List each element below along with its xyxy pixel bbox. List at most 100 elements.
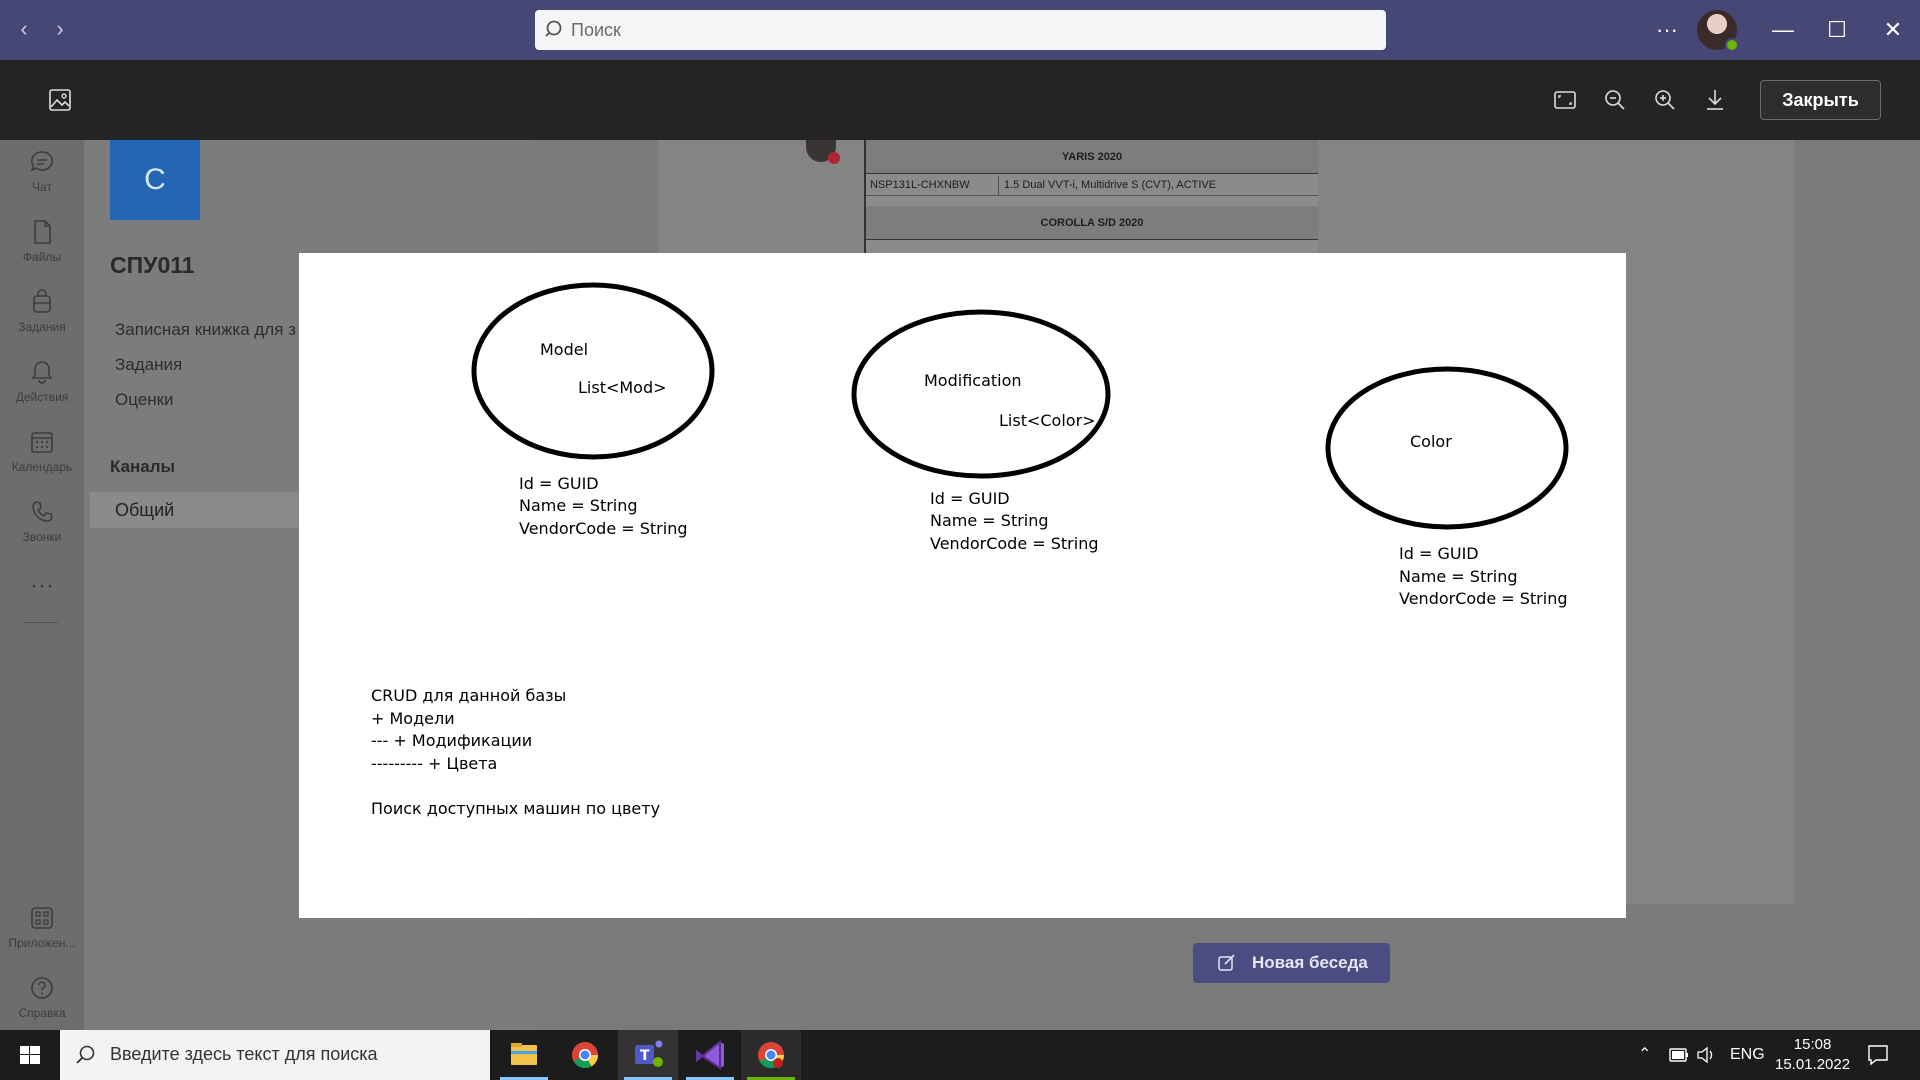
image-icon: [49, 89, 71, 111]
more-apps-button[interactable]: ···: [0, 572, 84, 600]
new-conversation-button[interactable]: Новая беседа: [1193, 943, 1390, 983]
notifications-button[interactable]: [1866, 1030, 1890, 1080]
rail-label: Задания: [18, 320, 66, 334]
clock[interactable]: 15:08 15.01.2022: [1775, 1035, 1850, 1075]
rail-label: Действия: [15, 390, 69, 404]
taskbar-search[interactable]: Введите здесь текст для поиска: [60, 1030, 490, 1080]
file-explorer-icon: [511, 1043, 537, 1065]
zoom-in-icon[interactable]: [1651, 86, 1679, 114]
volume-icon[interactable]: [1695, 1030, 1717, 1080]
note-line: --------- + Цвета: [371, 754, 497, 773]
search-box[interactable]: [535, 10, 1386, 50]
taskbar-app-visual-studio[interactable]: [680, 1030, 740, 1080]
chrome-profile-icon: [758, 1042, 785, 1069]
status-busy-icon: [828, 152, 840, 164]
title-bar: ‹ › ··· — ☐ ✕: [0, 0, 1920, 60]
team-name: СПУ011: [110, 252, 195, 278]
channels-heading: Каналы: [110, 457, 176, 476]
rail-item-chat[interactable]: Чат: [0, 144, 84, 204]
download-icon[interactable]: [1701, 86, 1729, 114]
help-icon: [31, 977, 53, 999]
profile-avatar[interactable]: [1697, 10, 1739, 52]
viewed-image: Model List<Mod> Id = GUID Name = String …: [299, 253, 1626, 918]
rail-item-activity[interactable]: Действия: [0, 354, 84, 414]
visual-studio-icon: [696, 1039, 724, 1070]
entity-field: VendorCode = String: [930, 534, 1099, 553]
entity-diagram: Model List<Mod> Id = GUID Name = String …: [371, 282, 1569, 818]
zoom-out-icon[interactable]: [1601, 86, 1629, 114]
forward-arrow-icon[interactable]: ›: [45, 14, 75, 44]
entity-field: Id = GUID: [519, 474, 599, 493]
back-arrow-icon[interactable]: ‹: [9, 14, 39, 44]
clock-date: 15.01.2022: [1775, 1056, 1851, 1073]
new-conversation-label: Новая беседа: [1252, 953, 1368, 972]
battery-icon[interactable]: [1668, 1030, 1690, 1080]
rail-item-calls[interactable]: Звонки: [0, 494, 84, 554]
team-link-notebook[interactable]: Записная книжка для з: [115, 320, 296, 340]
assignments-icon: [33, 289, 51, 313]
entity-field: Name = String: [519, 496, 638, 515]
rail-item-assignments[interactable]: Задания: [0, 284, 84, 344]
speaker-icon: [1697, 1046, 1713, 1064]
team-avatar[interactable]: С: [110, 140, 200, 220]
entity-list: List<Mod>: [578, 378, 667, 397]
calendar-icon: [31, 432, 53, 453]
team-link-grades[interactable]: Оценки: [115, 390, 174, 410]
windows-logo-icon: [20, 1046, 40, 1064]
entity-name: Color: [1410, 432, 1452, 451]
entity-field: Id = GUID: [1399, 544, 1479, 563]
show-hidden-icons-button[interactable]: ⌃: [1638, 1030, 1651, 1080]
rail-item-apps[interactable]: Приложен...: [0, 900, 84, 960]
apps-icon: [31, 907, 53, 929]
clock-time: 15:08: [1793, 1036, 1832, 1053]
start-button[interactable]: [0, 1030, 60, 1080]
entity-field: VendorCode = String: [1399, 589, 1568, 608]
input-language[interactable]: ENG: [1730, 1030, 1765, 1080]
note-line: + Модели: [371, 709, 455, 728]
close-viewer-button[interactable]: Закрыть: [1760, 80, 1881, 120]
files-icon: [34, 220, 51, 244]
status-available-icon: [1725, 38, 1739, 52]
sheet-header: COROLLA S/D 2020: [866, 206, 1318, 240]
rail-label: Чат: [32, 180, 52, 194]
fit-to-screen-icon[interactable]: [1551, 86, 1579, 114]
rail-item-calendar[interactable]: Календарь: [0, 424, 84, 484]
bell-icon: [31, 361, 53, 384]
rail-label: Файлы: [22, 250, 62, 264]
spreadsheet-preview: YARIS 2020 NSP131L-CHXNBW 1.5 Dual VVT-i…: [864, 140, 1318, 254]
team-link-assignments[interactable]: Задания: [115, 355, 182, 375]
note-line: Поиск доступных машин по цвету: [371, 799, 660, 818]
windows-taskbar: Введите здесь текст для поиска T ⌃ ENG 1…: [0, 1030, 1920, 1080]
rail-label: Календарь: [11, 460, 73, 474]
search-input[interactable]: [571, 16, 1351, 44]
entity-field: VendorCode = String: [519, 519, 688, 538]
maximize-button[interactable]: ☐: [1812, 0, 1862, 60]
rail-label: Приложен...: [8, 936, 76, 950]
entity-field: Id = GUID: [930, 489, 1010, 508]
entity-name: Modification: [924, 371, 1022, 390]
taskbar-app-chrome[interactable]: [555, 1030, 615, 1080]
rail-label: Справка: [18, 1006, 66, 1020]
taskbar-app-teams[interactable]: T: [618, 1030, 678, 1080]
search-icon: [545, 20, 562, 37]
minimize-button[interactable]: —: [1758, 0, 1808, 60]
rail-item-files[interactable]: Файлы: [0, 214, 84, 274]
taskbar-app-chrome-profile[interactable]: [741, 1030, 801, 1080]
sheet-cell: NSP131L-CHXNBW: [870, 179, 970, 191]
taskbar-app-explorer[interactable]: [494, 1030, 554, 1080]
rail-item-help[interactable]: Справка: [0, 970, 84, 1030]
chat-icon: [30, 151, 54, 172]
entity-field: Name = String: [930, 511, 1049, 530]
sheet-row: NSP131L-CHXNBW 1.5 Dual VVT-i, Multidriv…: [866, 176, 1318, 196]
more-options-button[interactable]: ···: [1642, 0, 1692, 60]
note-line: CRUD для данной базы: [371, 686, 566, 705]
app-rail: Чат Файлы Задания Действия Календарь Зво…: [0, 140, 84, 1030]
entity-ellipse: [471, 282, 715, 460]
entity-field: Name = String: [1399, 567, 1518, 586]
note-line: --- + Модификации: [371, 731, 532, 750]
rail-divider: [24, 622, 58, 623]
search-icon: [76, 1045, 95, 1064]
entity-list: List<Color>: [999, 411, 1096, 430]
close-window-button[interactable]: ✕: [1868, 0, 1918, 60]
battery-icon: [1669, 1048, 1688, 1062]
